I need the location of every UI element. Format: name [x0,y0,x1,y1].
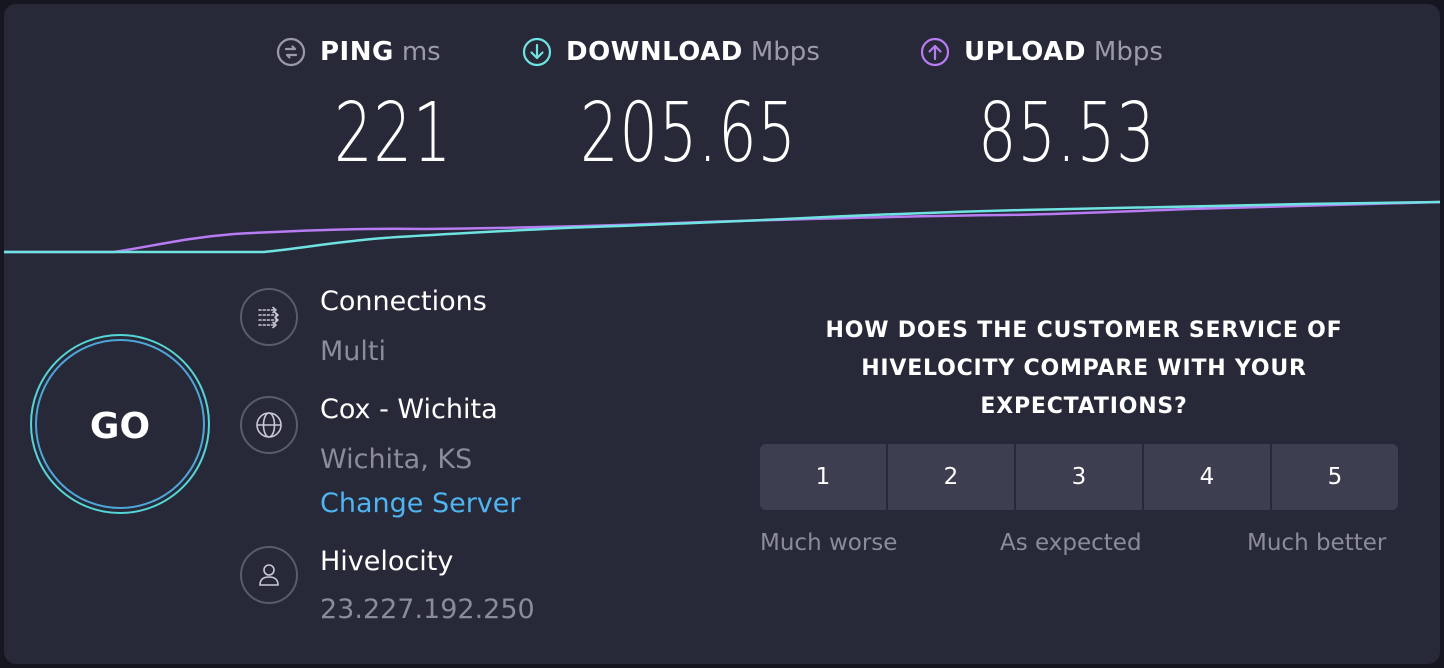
globe-icon [240,396,298,454]
ping-metric: PING ms 221 [276,34,451,181]
change-server-link[interactable]: Change Server [320,488,521,519]
scale-mid-label: As expected [1000,530,1142,556]
upload-unit: Mbps [1093,37,1163,67]
upload-speed-line [4,200,1440,254]
connections-mode: Multi [320,336,386,367]
rating-option-5[interactable]: 5 [1272,444,1398,510]
ping-icon [276,37,306,67]
upload-label: UPLOAD [964,37,1086,67]
download-metric: DOWNLOAD Mbps 205.65 [522,34,820,181]
provider-name: Hivelocity [320,546,454,577]
ping-label: PING [320,37,394,67]
rating-option-2[interactable]: 2 [888,444,1014,510]
connections-icon [240,288,298,346]
provider-ip: 23.227.192.250 [320,594,535,625]
server-location: Wichita, KS [320,444,473,475]
rating-scale: 1 2 3 4 5 [760,444,1398,510]
go-label: GO [89,406,151,447]
scale-high-label: Much better [1247,530,1387,556]
server-name: Cox - Wichita [320,394,498,425]
speed-graph [4,200,1440,254]
download-value: 205.65 [580,86,797,181]
scale-low-label: Much worse [760,530,898,556]
rating-option-3[interactable]: 3 [1016,444,1142,510]
download-label: DOWNLOAD [566,37,743,67]
download-unit: Mbps [750,37,820,67]
survey-question: HOW DOES THE CUSTOMER SERVICE OF HIVELOC… [825,318,1343,419]
ping-unit: ms [401,37,441,67]
ping-value: 221 [334,86,453,181]
upload-metric: UPLOAD Mbps 85.53 [920,34,1163,181]
user-icon [240,546,298,604]
upload-arrow-icon [920,37,950,67]
rating-option-1[interactable]: 1 [760,444,886,510]
connections-title: Connections [320,286,487,317]
upload-value: 85.53 [978,86,1156,181]
download-speed-line [4,200,1440,254]
download-arrow-icon [522,37,552,67]
speedtest-panel: PING ms 221 DOWNLOAD Mbps 205.65 UPLOAD … [4,4,1440,664]
go-button[interactable]: GO [30,334,210,514]
rating-option-4[interactable]: 4 [1144,444,1270,510]
